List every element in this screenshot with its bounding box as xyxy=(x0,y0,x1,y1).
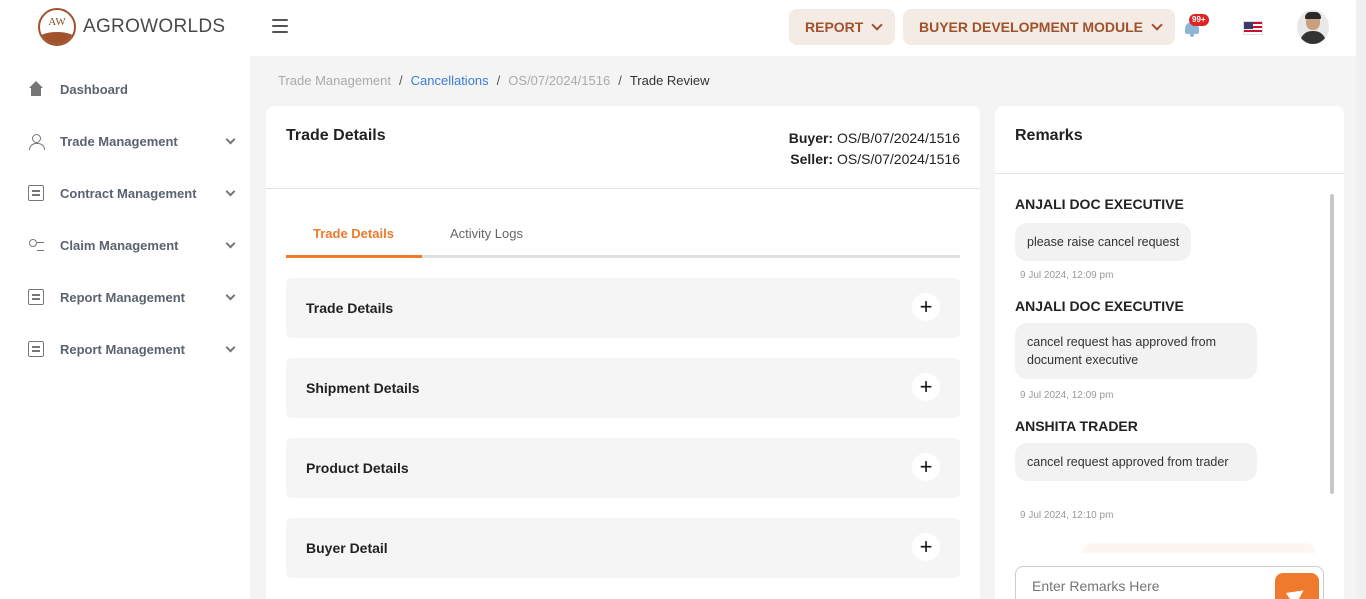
sidebar-item-report-management-2[interactable]: Report Management xyxy=(0,329,250,369)
seller-line: Seller: OS/S/07/2024/1516 xyxy=(789,149,960,170)
breadcrumb-separator: / xyxy=(398,73,403,88)
us-flag-icon[interactable] xyxy=(1243,21,1263,35)
logo-mark-icon: AW xyxy=(38,8,76,46)
plus-icon[interactable]: + xyxy=(912,453,940,481)
breadcrumb-trade-id[interactable]: OS/07/2024/1516 xyxy=(508,73,610,88)
buyer-line: Buyer: OS/B/07/2024/1516 xyxy=(789,128,960,149)
chevron-down-icon xyxy=(871,19,884,31)
top-header: AW AGROWORLDS REPORT BUYER DEVELOPMENT M… xyxy=(0,0,1356,56)
page-scrollbar[interactable] xyxy=(1356,0,1366,599)
breadcrumb-separator: / xyxy=(618,73,622,88)
accordion-buyer-detail[interactable]: Buyer Detail + xyxy=(286,518,960,578)
sidebar-item-label: Dashboard xyxy=(60,81,128,97)
send-icon[interactable] xyxy=(1275,573,1319,599)
module-dropdown-button[interactable]: BUYER DEVELOPMENT MODULE xyxy=(903,9,1176,45)
page-title: Trade Details xyxy=(286,127,386,144)
hamburger-menu-icon[interactable] xyxy=(272,19,288,33)
breadcrumb: Trade Management / Cancellations / OS/07… xyxy=(278,73,710,88)
seller-value: OS/S/07/2024/1516 xyxy=(837,151,960,167)
detail-tabs: Trade Details Activity Logs xyxy=(286,224,960,258)
accordion-label: Shipment Details xyxy=(306,380,420,396)
report-dropdown-label: REPORT xyxy=(805,19,864,35)
document-icon xyxy=(28,289,44,305)
app-name: AGROWORLDS xyxy=(83,16,226,37)
user-avatar[interactable] xyxy=(1297,10,1329,44)
app-logo[interactable]: AW AGROWORLDS xyxy=(38,8,225,46)
sidebar-item-label: Report Management xyxy=(60,289,185,305)
notification-count-badge: 99+ xyxy=(1189,14,1209,26)
tab-trade-details[interactable]: Trade Details xyxy=(313,226,394,241)
remarks-scrollbar[interactable] xyxy=(1330,194,1334,494)
divider xyxy=(995,173,1344,174)
chevron-down-icon xyxy=(1151,19,1163,31)
breadcrumb-current: Trade Review xyxy=(629,73,710,88)
sidebar-item-dashboard[interactable]: Dashboard xyxy=(0,69,250,109)
trade-parties: Buyer: OS/B/07/2024/1516 Seller: OS/S/07… xyxy=(789,128,960,170)
sidebar-item-label: Claim Management xyxy=(60,237,179,253)
users-icon xyxy=(28,133,45,150)
sidebar-item-contract-management[interactable]: Contract Management xyxy=(0,173,250,213)
chevron-down-icon xyxy=(225,186,236,197)
accordion-shipment-details[interactable]: Shipment Details + xyxy=(286,358,960,418)
remark-author: ANJALI DOC EXECUTIVE xyxy=(1015,298,1184,314)
chevron-down-icon xyxy=(225,134,236,145)
sidebar-item-label: Trade Management xyxy=(60,133,178,149)
sidebar-item-claim-management[interactable]: Claim Management xyxy=(0,225,250,265)
remark-bubble-partial xyxy=(1083,543,1315,553)
chevron-down-icon xyxy=(225,290,236,301)
accordion-label: Buyer Detail xyxy=(306,540,388,556)
remark-bubble: please raise cancel request xyxy=(1015,223,1192,261)
accordion-label: Trade Details xyxy=(306,300,394,316)
trade-details-card: Trade Details Buyer: OS/B/07/2024/1516 S… xyxy=(266,106,980,599)
plus-icon[interactable]: + xyxy=(912,373,940,401)
remark-author: ANSHITA TRADER xyxy=(1015,418,1138,434)
active-tab-indicator xyxy=(286,255,422,258)
logo-mark-text: AW xyxy=(48,16,66,28)
sidebar-item-trade-management[interactable]: Trade Management xyxy=(0,121,250,161)
chevron-down-icon xyxy=(225,238,236,249)
remark-timestamp: 9 Jul 2024, 12:09 pm xyxy=(1020,390,1114,401)
accordion-label: Product Details xyxy=(306,460,409,476)
document-icon xyxy=(28,341,44,357)
module-dropdown-label: BUYER DEVELOPMENT MODULE xyxy=(919,19,1144,35)
remark-timestamp: 9 Jul 2024, 12:10 pm xyxy=(1020,510,1114,521)
chevron-down-icon xyxy=(225,342,236,353)
remark-bubble: cancel request has approved from documen… xyxy=(1015,323,1257,379)
document-icon xyxy=(28,185,44,201)
accordion-product-details[interactable]: Product Details + xyxy=(286,438,960,498)
seller-label: Seller: xyxy=(790,151,834,167)
home-icon xyxy=(28,81,44,97)
plus-icon[interactable]: + xyxy=(912,293,940,321)
sidebar: Dashboard Trade Management Contract Mana… xyxy=(0,56,250,599)
claim-icon xyxy=(28,237,44,253)
divider xyxy=(266,188,980,189)
breadcrumb-trade-management[interactable]: Trade Management xyxy=(278,73,391,88)
accordion-trade-details[interactable]: Trade Details + xyxy=(286,278,960,338)
tab-activity-logs[interactable]: Activity Logs xyxy=(450,226,523,241)
breadcrumb-separator: / xyxy=(496,73,501,88)
sidebar-item-report-management[interactable]: Report Management xyxy=(0,277,250,317)
buyer-value: OS/B/07/2024/1516 xyxy=(837,130,960,146)
remark-bubble: cancel request approved from trader xyxy=(1015,443,1257,481)
remark-author: ANJALI DOC EXECUTIVE xyxy=(1015,196,1184,212)
sidebar-item-label: Contract Management xyxy=(60,185,197,201)
remark-timestamp: 9 Jul 2024, 12:09 pm xyxy=(1020,270,1114,281)
report-dropdown-button[interactable]: REPORT xyxy=(789,9,896,45)
remarks-title: Remarks xyxy=(1015,127,1083,144)
plus-icon[interactable]: + xyxy=(912,533,940,561)
sidebar-item-label: Report Management xyxy=(60,341,185,357)
breadcrumb-cancellations[interactable]: Cancellations xyxy=(411,73,489,88)
buyer-label: Buyer: xyxy=(788,130,834,146)
remarks-panel: Remarks ANJALI DOC EXECUTIVE please rais… xyxy=(995,106,1344,599)
